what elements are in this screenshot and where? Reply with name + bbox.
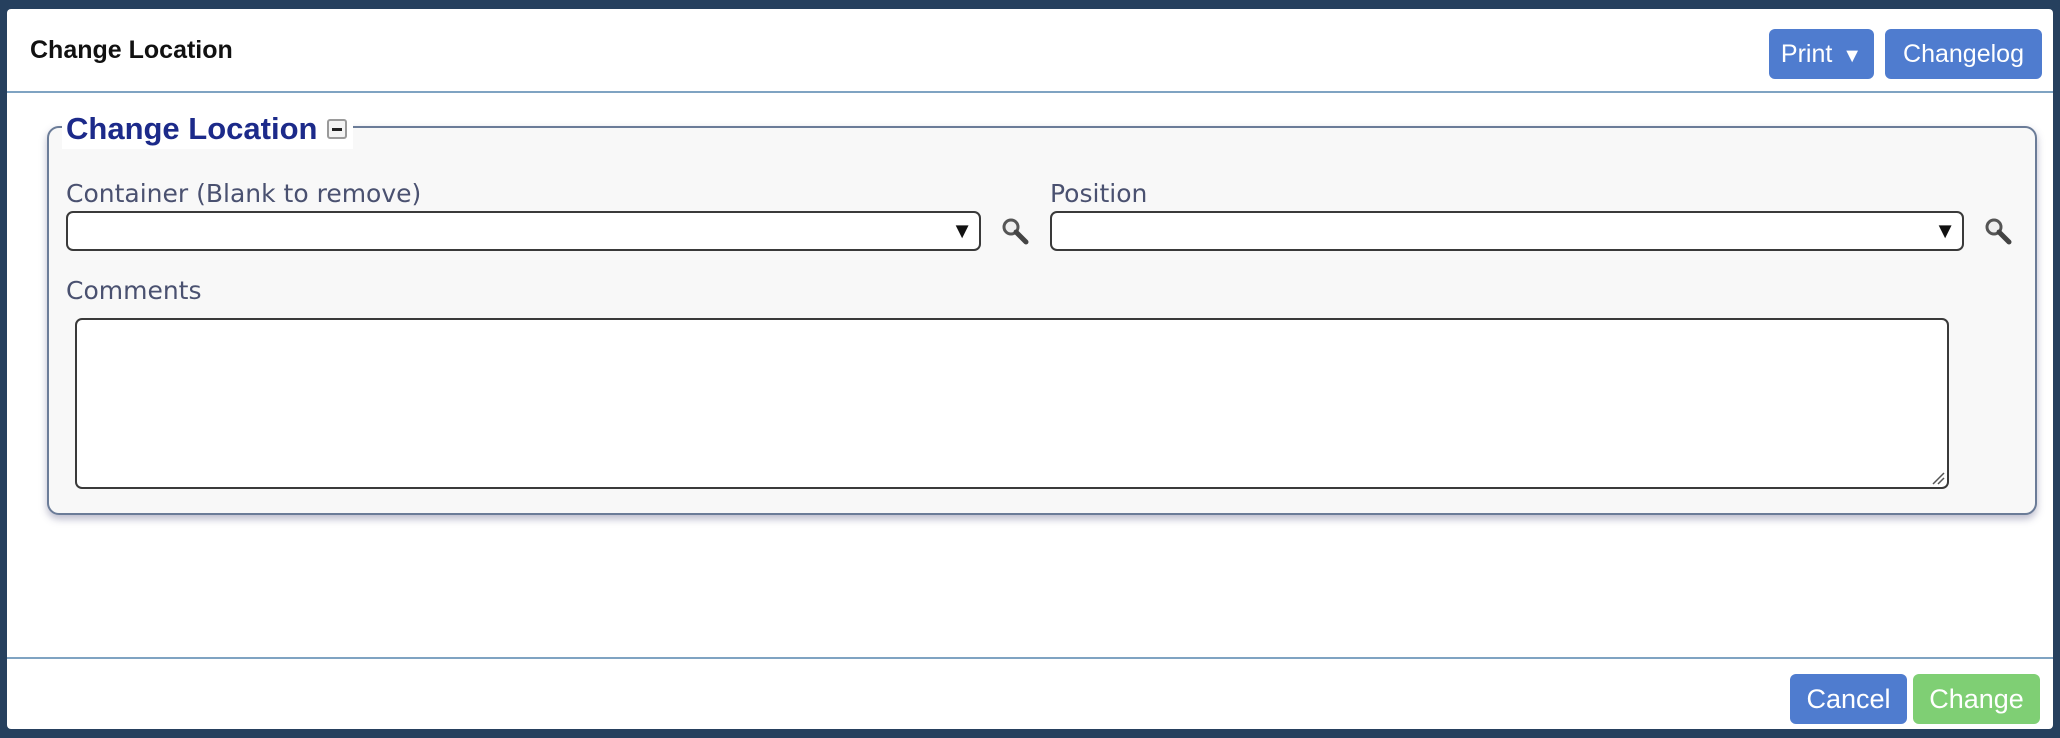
print-button-label: Print bbox=[1780, 40, 1833, 68]
dialog-header: Change Location Print ▼ Changelog bbox=[7, 9, 2053, 93]
comments-textarea[interactable] bbox=[75, 318, 1949, 489]
cancel-button[interactable]: Cancel bbox=[1790, 674, 1907, 724]
dropdown-arrow-icon: ▼ bbox=[1934, 218, 1956, 243]
comments-label: Comments bbox=[66, 276, 202, 305]
container-select[interactable]: ▼ bbox=[66, 211, 981, 251]
fieldset-legend: Change Location bbox=[62, 109, 354, 149]
container-label: Container (Blank to remove) bbox=[66, 179, 422, 208]
position-search-icon[interactable] bbox=[1983, 216, 2013, 246]
container-search-icon[interactable] bbox=[1000, 216, 1030, 246]
print-button[interactable]: Print ▼ bbox=[1769, 29, 1874, 79]
section-title: Change Location bbox=[66, 111, 318, 146]
collapse-icon[interactable] bbox=[327, 119, 348, 139]
changelog-button[interactable]: Changelog bbox=[1885, 29, 2042, 79]
caret-down-icon: ▼ bbox=[1842, 45, 1863, 67]
change-button[interactable]: Change bbox=[1913, 674, 2040, 724]
dialog-title: Change Location bbox=[30, 36, 233, 64]
footer-divider bbox=[7, 657, 2053, 659]
resize-grip-icon[interactable] bbox=[1931, 471, 1945, 485]
change-location-dialog: Change Location Print ▼ Changelog Change … bbox=[7, 9, 2053, 729]
position-label: Position bbox=[1050, 179, 1148, 208]
position-select[interactable]: ▼ bbox=[1050, 211, 1964, 251]
dropdown-arrow-icon: ▼ bbox=[951, 218, 973, 243]
